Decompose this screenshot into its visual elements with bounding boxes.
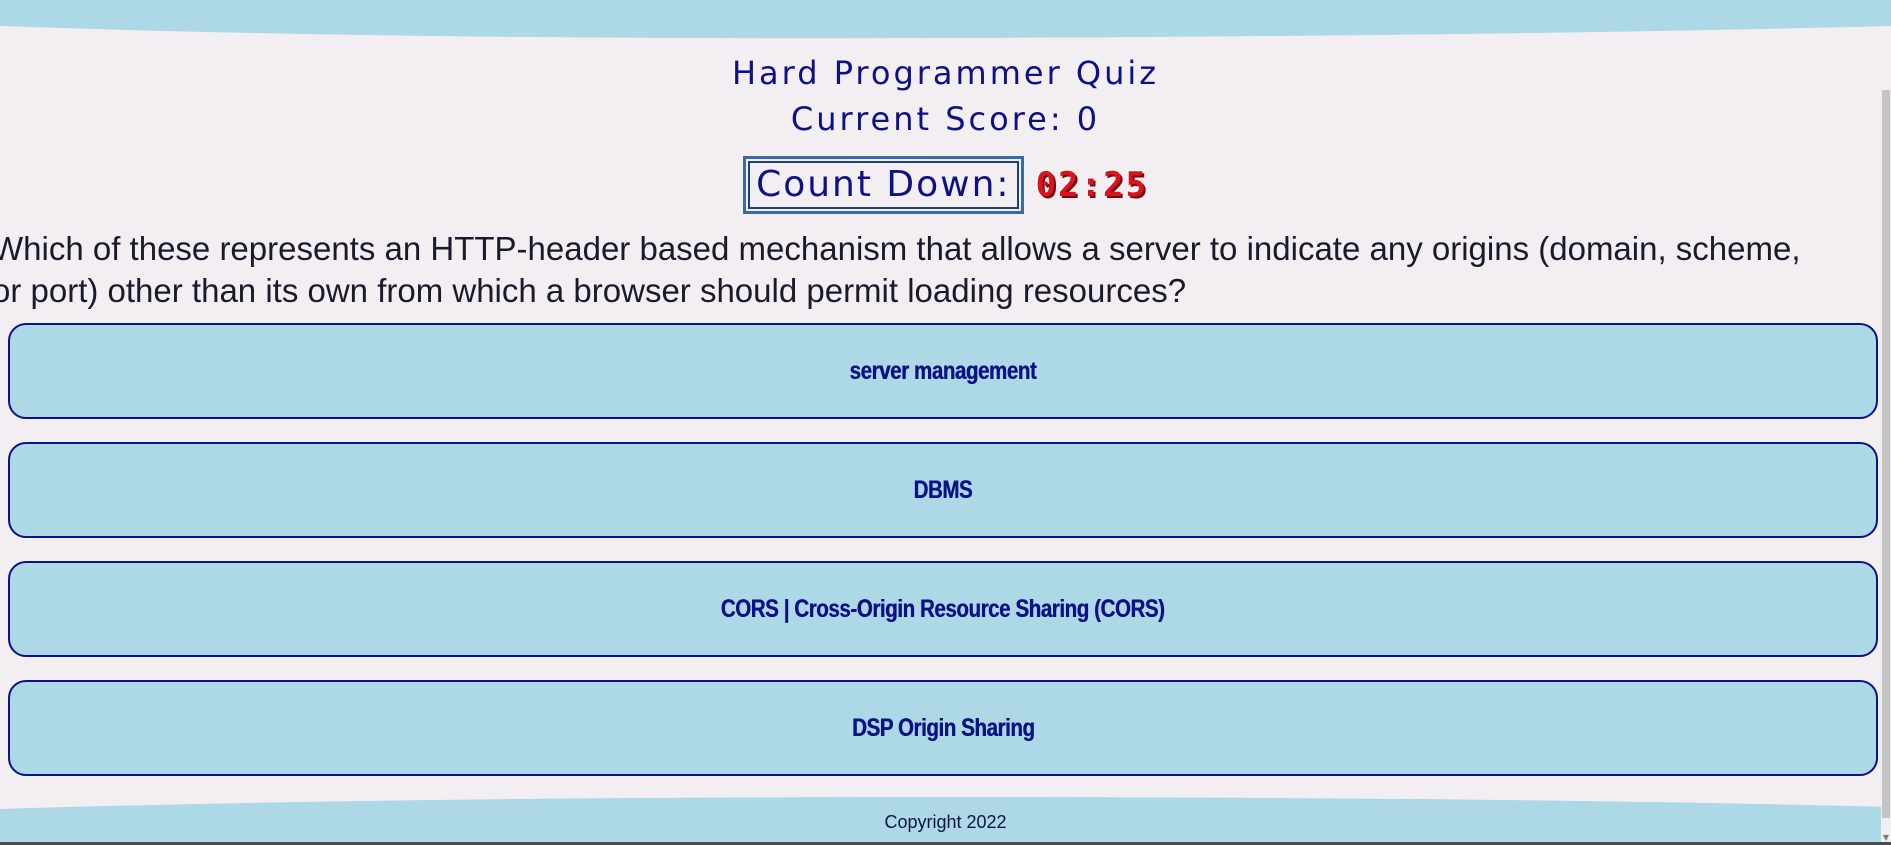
vertical-scrollbar[interactable]: ▼	[1881, 90, 1891, 845]
answer-list: server management DBMS CORS | Cross-Orig…	[8, 323, 1878, 799]
answer-label: DSP Origin Sharing	[851, 713, 1035, 742]
page-title: Hard Programmer Quiz	[731, 54, 1160, 92]
question-text: Which of these represents an HTTP-header…	[0, 228, 1891, 312]
answer-button-2[interactable]: DBMS	[8, 442, 1878, 538]
question-line-1: Which of these represents an HTTP-header…	[0, 230, 1801, 267]
current-score: Current Score: 0	[790, 100, 1101, 138]
countdown-timer: 02:25	[1035, 165, 1148, 205]
answer-label: server management	[849, 356, 1037, 385]
copyright-text: Copyright 2022	[884, 812, 1007, 832]
header-wave	[0, 0, 1891, 39]
answer-button-1[interactable]: server management	[8, 323, 1878, 419]
answer-label: CORS | Cross-Origin Resource Sharing (CO…	[721, 594, 1165, 623]
answer-button-4[interactable]: DSP Origin Sharing	[8, 680, 1878, 776]
answer-label: DBMS	[913, 475, 973, 504]
countdown-label: Count Down:	[743, 156, 1024, 214]
question-line-2: or port) other than its own from which a…	[0, 272, 1187, 309]
countdown-row: Count Down: 02:25	[0, 156, 1891, 214]
quiz-page: Hard Programmer Quiz Current Score: 0 Co…	[0, 0, 1891, 845]
answer-button-3[interactable]: CORS | Cross-Origin Resource Sharing (CO…	[8, 561, 1878, 657]
scrollbar-thumb[interactable]	[1882, 90, 1890, 818]
